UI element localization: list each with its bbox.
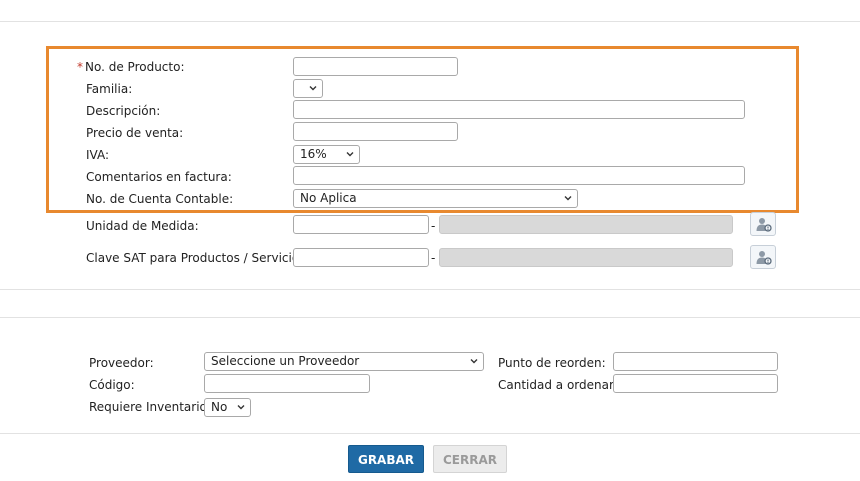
- code-label: Código:: [89, 378, 135, 392]
- top-divider: [0, 21, 860, 22]
- product-number-label-text: No. de Producto:: [85, 60, 185, 74]
- description-input[interactable]: [293, 100, 745, 119]
- reorder-point-label: Punto de reorden:: [498, 356, 606, 370]
- requires-inventory-select[interactable]: No: [204, 398, 251, 417]
- save-button[interactable]: GRABAR: [348, 445, 424, 473]
- provider-select[interactable]: Seleccione un Proveedor: [204, 352, 484, 371]
- product-number-label: * No. de Producto:: [77, 59, 185, 75]
- unit-description-field: [439, 215, 733, 234]
- sat-lookup-button[interactable]: [750, 245, 776, 269]
- iva-label: IVA:: [86, 148, 110, 162]
- chevron-down-icon: [564, 194, 572, 202]
- unit-label: Unidad de Medida:: [86, 219, 199, 233]
- sat-key-label: Clave SAT para Productos / Servicios:: [86, 251, 310, 265]
- required-mark: *: [77, 60, 83, 74]
- account-select[interactable]: No Aplica: [293, 189, 578, 208]
- person-search-icon: [756, 218, 772, 232]
- requires-inventory-value: No: [211, 400, 228, 414]
- invoice-comments-label: Comentarios en factura:: [86, 170, 232, 184]
- product-number-input[interactable]: [293, 57, 458, 76]
- account-label: No. de Cuenta Contable:: [86, 192, 234, 206]
- chevron-down-icon: [309, 84, 317, 92]
- chevron-down-icon: [470, 357, 478, 365]
- family-label: Familia:: [86, 82, 133, 96]
- unit-separator: -: [431, 219, 436, 233]
- iva-select-value: 16%: [300, 147, 327, 161]
- chevron-down-icon: [346, 150, 354, 158]
- person-search-icon: [756, 251, 772, 265]
- order-quantity-label: Cantidad a ordenar:: [498, 378, 618, 392]
- unit-lookup-button[interactable]: [750, 212, 776, 236]
- footer-divider: [0, 433, 860, 434]
- chevron-down-icon: [237, 403, 245, 411]
- iva-select[interactable]: 16%: [293, 145, 360, 164]
- sat-code-input[interactable]: [293, 248, 429, 267]
- code-input[interactable]: [204, 374, 370, 393]
- close-button[interactable]: CERRAR: [433, 445, 507, 473]
- section-divider-1: [0, 289, 860, 290]
- account-select-value: No Aplica: [300, 191, 357, 205]
- invoice-comments-input[interactable]: [293, 166, 745, 185]
- provider-select-value: Seleccione un Proveedor: [211, 354, 360, 368]
- section-divider-2: [0, 317, 860, 318]
- sat-description-field: [439, 248, 733, 267]
- sat-separator: -: [431, 251, 436, 265]
- requires-inventory-label: Requiere Inventario:: [89, 400, 211, 414]
- price-input[interactable]: [293, 122, 458, 141]
- unit-code-input[interactable]: [293, 215, 429, 234]
- description-label: Descripción:: [86, 104, 161, 118]
- provider-label: Proveedor:: [89, 356, 154, 370]
- reorder-point-input[interactable]: [613, 352, 778, 371]
- family-select[interactable]: [293, 79, 323, 98]
- order-quantity-input[interactable]: [613, 374, 778, 393]
- price-label: Precio de venta:: [86, 126, 184, 140]
